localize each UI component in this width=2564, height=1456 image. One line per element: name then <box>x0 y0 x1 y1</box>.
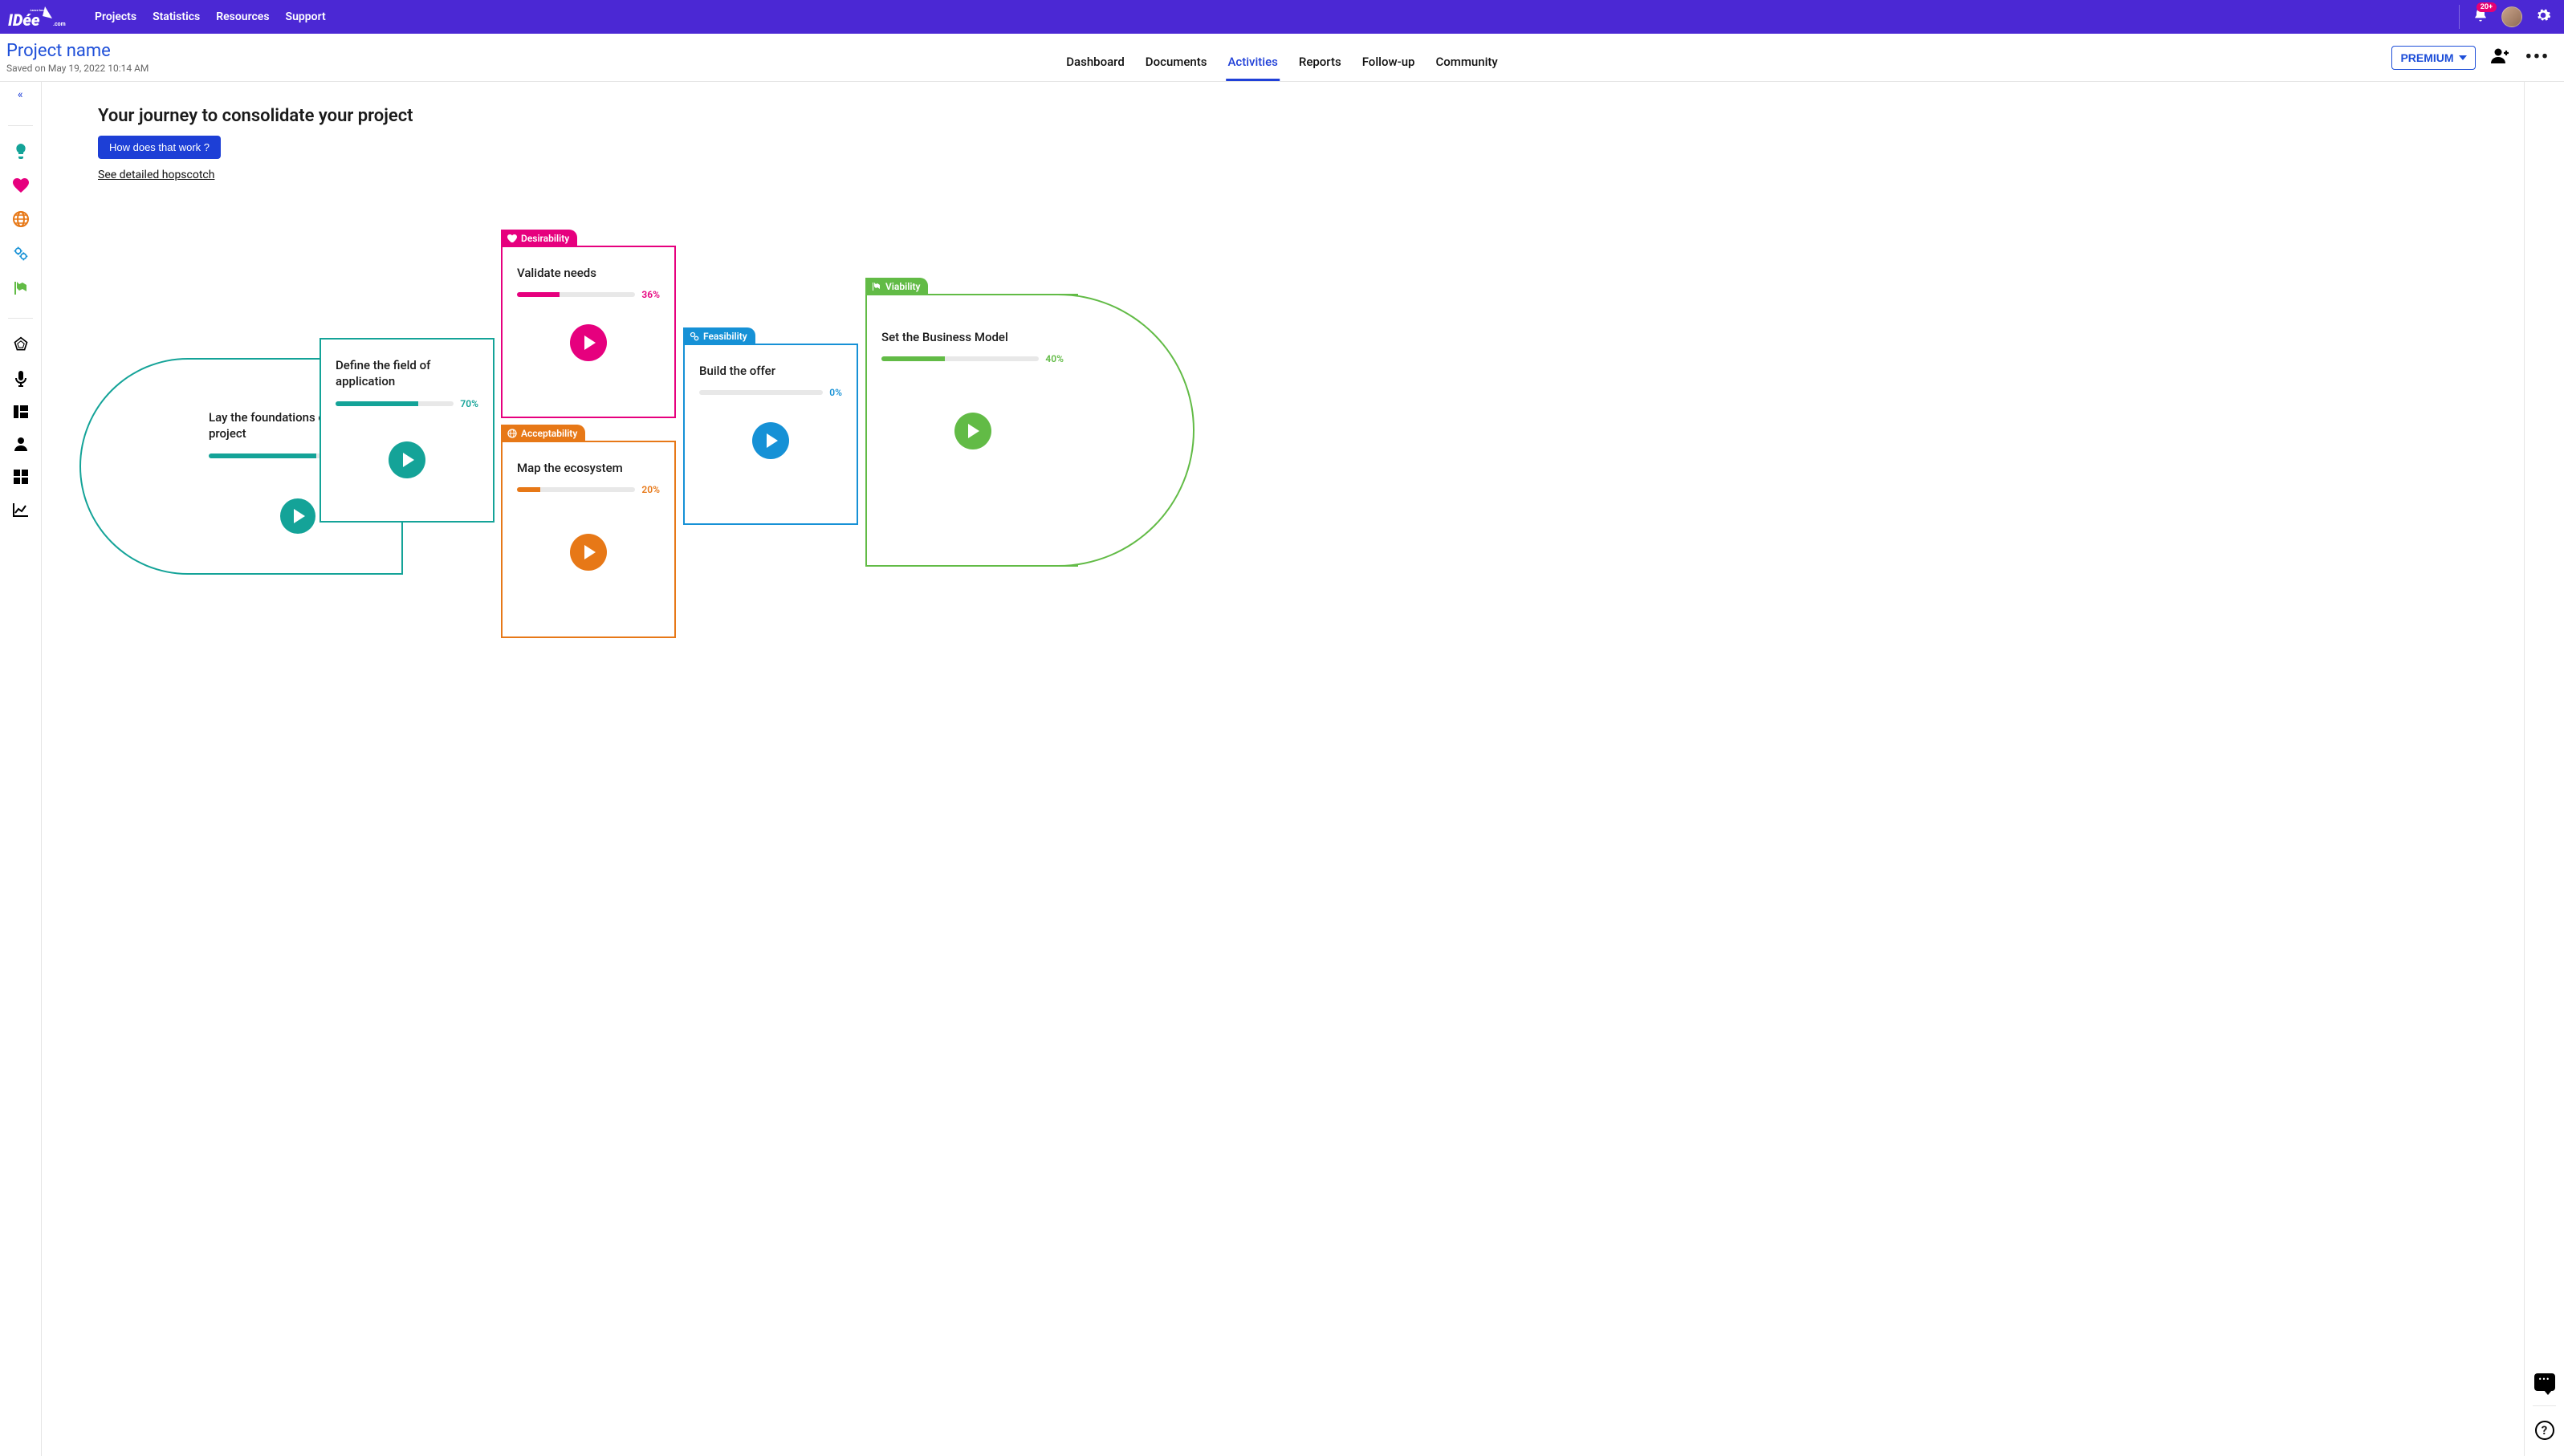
tag-desirability: Desirability <box>501 230 577 247</box>
flag-icon <box>872 282 881 291</box>
card-title: Define the field of application <box>336 357 478 390</box>
nav-support[interactable]: Support <box>286 10 326 23</box>
mic-icon <box>14 371 27 387</box>
notifications-bell[interactable]: 20+ <box>2472 7 2489 26</box>
rail-user[interactable] <box>14 437 28 455</box>
tab-reports[interactable]: Reports <box>1297 55 1343 81</box>
project-tabs: Dashboard Documents Activities Reports F… <box>1064 55 1500 81</box>
progress: 70% <box>336 398 478 409</box>
chevron-down-icon <box>2459 55 2467 60</box>
play-button[interactable] <box>752 422 789 459</box>
tab-community[interactable]: Community <box>1434 55 1499 81</box>
tag-acceptability: Acceptability <box>501 425 585 442</box>
brand-name: IDée <box>8 10 40 29</box>
notifications-badge: 20+ <box>2476 2 2497 12</box>
play-button[interactable] <box>389 441 425 478</box>
rail-voice[interactable] <box>14 371 27 391</box>
nav-resources[interactable]: Resources <box>216 10 269 23</box>
progress: 0% <box>699 387 842 398</box>
tag-feasibility: Feasibility <box>683 327 755 345</box>
nav-statistics[interactable]: Statistics <box>153 10 200 23</box>
card-title: Validate needs <box>517 265 660 281</box>
user-avatar[interactable] <box>2501 6 2522 27</box>
play-button[interactable] <box>570 534 607 571</box>
heart-icon <box>507 234 517 242</box>
bulb-icon <box>14 144 28 160</box>
line-chart-icon <box>13 502 29 517</box>
chat-button[interactable] <box>2534 1373 2555 1391</box>
main-nav: Projects Statistics Resources Support <box>95 10 326 23</box>
globe-icon <box>507 429 517 438</box>
settings-gear[interactable] <box>2535 7 2551 26</box>
tab-followup[interactable]: Follow-up <box>1361 55 1417 81</box>
card-desirability[interactable]: Desirability Validate needs 36% <box>501 246 676 418</box>
tab-activities[interactable]: Activities <box>1226 55 1279 81</box>
project-saved-timestamp: Saved on May 19, 2022 10:14 AM <box>6 63 149 75</box>
progress: 36% <box>517 289 660 300</box>
rail-layout[interactable] <box>14 405 28 422</box>
project-name[interactable]: Project name <box>6 40 149 63</box>
card-viability[interactable]: Viability Set the Business Model 40% <box>865 294 1078 567</box>
subbar: Project name Saved on May 19, 2022 10:14… <box>0 34 2564 82</box>
person-icon <box>14 437 28 451</box>
rail-desirability[interactable] <box>13 178 29 197</box>
rail-viability[interactable] <box>13 280 29 300</box>
flag-icon <box>13 280 29 296</box>
rail-radar[interactable] <box>13 336 29 356</box>
grid-icon <box>14 470 28 484</box>
pentagon-icon <box>13 336 29 352</box>
brand-logo[interactable]: Lance ton IDée .com <box>8 5 71 29</box>
globe-icon <box>13 211 29 227</box>
help-button[interactable]: ? <box>2535 1421 2554 1440</box>
tab-documents[interactable]: Documents <box>1144 55 1209 81</box>
gears-icon <box>13 246 29 262</box>
tag-viability: Viability <box>865 278 928 295</box>
how-does-that-work-button[interactable]: How does that work ? <box>98 136 221 159</box>
person-add-icon <box>2490 47 2511 65</box>
card-acceptability[interactable]: Acceptability Map the ecosystem 20% <box>501 441 676 638</box>
rail-grid[interactable] <box>14 470 28 488</box>
page-title: Your journey to consolidate your project <box>98 106 2500 126</box>
share-button[interactable] <box>2490 47 2511 68</box>
rail-feasibility[interactable] <box>13 246 29 266</box>
heart-icon <box>13 178 29 193</box>
plan-dropdown[interactable]: PREMIUM <box>2391 46 2475 70</box>
topbar-divider <box>2459 5 2460 29</box>
brand-suffix: .com <box>53 21 66 27</box>
main-content: Your journey to consolidate your project… <box>42 82 2524 1456</box>
hopscotch-stage: Legitimacy Lay the foundations of the pr… <box>98 205 2500 655</box>
tab-dashboard[interactable]: Dashboard <box>1064 55 1126 81</box>
gears-icon <box>690 331 699 341</box>
more-menu[interactable]: ••• <box>2525 47 2550 67</box>
progress: 20% <box>517 484 660 495</box>
plan-label: PREMIUM <box>2400 51 2453 64</box>
layout-icon <box>14 405 28 418</box>
rail-legitimacy[interactable] <box>14 144 28 164</box>
rail-acceptability[interactable] <box>13 211 29 231</box>
play-button[interactable] <box>570 324 607 361</box>
card-title: Build the offer <box>699 363 842 379</box>
topbar: Lance ton IDée .com Projects Statistics … <box>0 0 2564 34</box>
right-rail: ? <box>2524 82 2564 1456</box>
card-feasibility[interactable]: Feasibility Build the offer 0% <box>683 344 858 525</box>
arc-right-decoration <box>962 294 1194 567</box>
card-field-of-application[interactable]: Define the field of application 70% <box>319 338 494 523</box>
rail-chart[interactable] <box>13 502 29 521</box>
collapse-rail-button[interactable]: » <box>18 88 23 101</box>
see-detailed-hopscotch-link[interactable]: See detailed hopscotch <box>98 169 214 181</box>
left-rail: » <box>0 82 42 1456</box>
arc-left-decoration <box>79 358 309 575</box>
card-title: Map the ecosystem <box>517 460 660 476</box>
nav-projects[interactable]: Projects <box>95 10 136 23</box>
gear-icon <box>2535 7 2551 23</box>
